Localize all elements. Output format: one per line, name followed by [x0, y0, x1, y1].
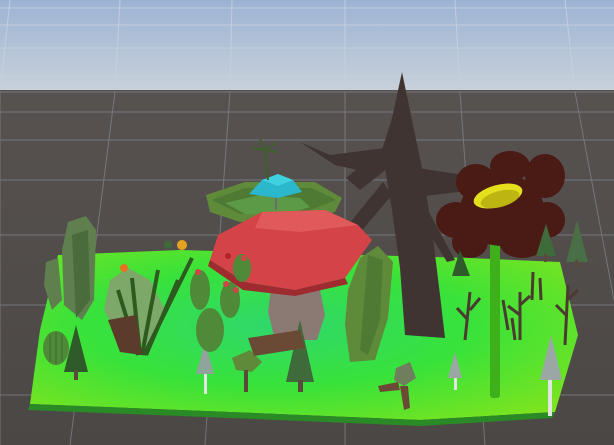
sky: [0, 0, 614, 92]
round-cactus[interactable]: [43, 331, 69, 365]
scene-viewport[interactable]: [0, 0, 614, 445]
scene-canvas[interactable]: [0, 0, 614, 445]
